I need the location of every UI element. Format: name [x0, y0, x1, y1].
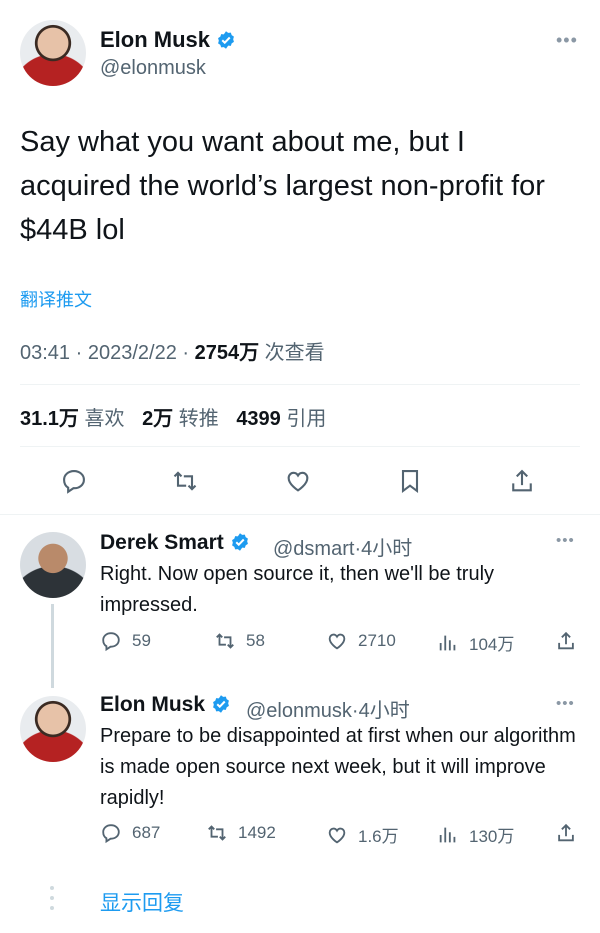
- reply-count[interactable]: 59: [100, 630, 151, 652]
- like-icon: [328, 633, 346, 650]
- more-options-icon[interactable]: •••: [556, 30, 578, 51]
- divider: [20, 384, 580, 385]
- quotes-count[interactable]: 4399: [236, 408, 281, 430]
- reply-handle[interactable]: @elonmusk·4小时: [246, 694, 410, 723]
- like-icon[interactable]: [282, 465, 314, 497]
- retweet-icon: [208, 825, 226, 841]
- thread-dot: [50, 906, 54, 910]
- more-options-icon[interactable]: •••: [556, 695, 575, 712]
- reply-time: 4小时: [358, 700, 410, 722]
- views-label: 次查看: [264, 342, 325, 364]
- reply-icon: [102, 632, 120, 652]
- reply-author-name[interactable]: Derek Smart: [100, 531, 250, 555]
- quotes-label[interactable]: 引用: [286, 408, 326, 430]
- like-icon: [328, 827, 346, 843]
- retweets-count[interactable]: 2万: [142, 408, 173, 430]
- divider: [0, 514, 600, 515]
- thread-line: [51, 604, 54, 688]
- retweet-icon: [216, 633, 234, 649]
- reply-avatar[interactable]: [20, 696, 86, 762]
- thread-dot: [50, 896, 54, 900]
- show-replies-link[interactable]: 显示回复: [100, 887, 184, 917]
- reply-text: Prepare to be disappointed at first when…: [100, 725, 576, 809]
- views-icon: [439, 635, 456, 650]
- translate-tweet-link[interactable]: 翻译推文: [20, 286, 92, 312]
- retweet-icon[interactable]: [169, 465, 201, 497]
- views-icon: [439, 827, 456, 842]
- reply-time: 4小时: [361, 538, 413, 560]
- reply-icon: [102, 824, 120, 844]
- verified-badge-icon: [213, 695, 229, 713]
- retweet-count[interactable]: 1492: [206, 822, 276, 844]
- verified-badge-icon: [231, 533, 248, 551]
- more-options-icon[interactable]: •••: [556, 532, 575, 549]
- divider: [20, 446, 580, 447]
- view-count[interactable]: 130万: [437, 822, 514, 847]
- reply-author-name[interactable]: Elon Musk: [100, 693, 231, 717]
- likes-label[interactable]: 喜欢: [85, 408, 125, 430]
- views-count: 2754万: [194, 342, 260, 364]
- tweet-metadata: 03:41 · 2023/2/22 · 2754万 次查看: [20, 342, 325, 364]
- verified-badge-icon: [218, 31, 234, 49]
- bookmark-icon[interactable]: [394, 465, 426, 497]
- like-count[interactable]: 2710: [326, 630, 396, 652]
- share-icon[interactable]: [555, 822, 587, 844]
- view-count[interactable]: 104万: [437, 630, 514, 655]
- author-name[interactable]: Elon Musk: [100, 27, 236, 53]
- thread-dot: [50, 886, 54, 890]
- engagement-stats: 31.1万 喜欢 2万 转推 4399 引用: [20, 402, 326, 431]
- retweet-count[interactable]: 58: [214, 630, 265, 652]
- reply-count[interactable]: 687: [100, 822, 160, 844]
- like-count[interactable]: 1.6万: [326, 822, 399, 847]
- tweet-time[interactable]: 03:41: [20, 342, 70, 364]
- share-icon[interactable]: [555, 630, 587, 652]
- reply-icon[interactable]: [58, 465, 90, 497]
- author-handle[interactable]: @elonmusk: [100, 57, 206, 80]
- retweets-label[interactable]: 转推: [179, 408, 219, 430]
- reply-avatar[interactable]: [20, 532, 86, 598]
- tweet-text: Say what you want about me, but I acquir…: [20, 126, 545, 246]
- reply-text: Right. Now open source it, then we'll be…: [100, 563, 495, 616]
- tweet-date[interactable]: 2023/2/22: [88, 342, 177, 364]
- reply-handle[interactable]: @dsmart·4小时: [273, 532, 412, 561]
- author-avatar[interactable]: [20, 20, 86, 86]
- likes-count[interactable]: 31.1万: [20, 408, 79, 430]
- share-icon[interactable]: [506, 465, 538, 497]
